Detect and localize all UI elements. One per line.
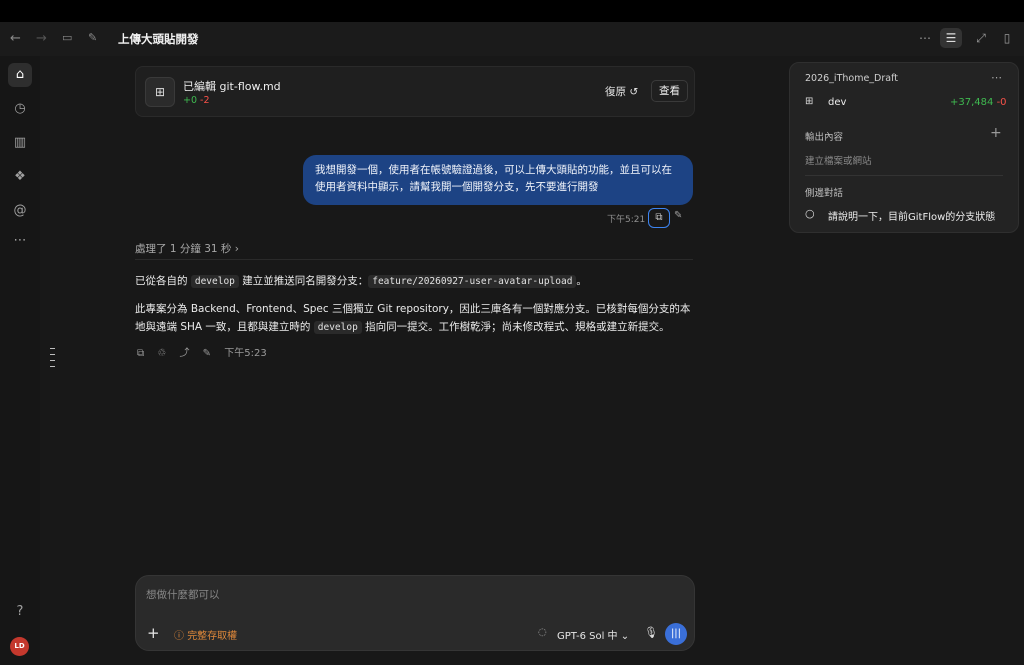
scroll-indicator[interactable]	[50, 348, 56, 372]
panel-toggle-icon[interactable]: ☰	[940, 28, 962, 48]
processing-duration[interactable]: 處理了 1 分鐘 31 秒 ›	[135, 241, 239, 256]
message-time: 下午5:21	[607, 215, 646, 225]
thumbs-icon[interactable]: ♲	[157, 348, 166, 359]
side-chat-heading: 側邊對話	[805, 188, 844, 199]
edit-icon[interactable]: ✎	[203, 348, 211, 359]
more-icon[interactable]: ⋯	[991, 71, 1002, 84]
avatar[interactable]: LD	[10, 637, 29, 656]
spinner-icon: ◌	[538, 627, 547, 638]
response-time: 下午5:23	[224, 348, 267, 359]
composer-input[interactable]: 想做什麼都可以	[146, 587, 220, 602]
inline-code: develop	[190, 275, 239, 288]
edit-verb: 已編輯	[183, 80, 216, 93]
chevron-down-icon: ⌄	[620, 631, 630, 642]
side-chat-item[interactable]: 請說明一下，目前GitFlow的分支狀態	[828, 208, 995, 223]
output-heading: 輸出內容	[805, 132, 844, 143]
restore-button[interactable]: 復原 ↺	[605, 84, 638, 99]
branch-removed: -0	[996, 97, 1007, 108]
divider	[135, 259, 693, 260]
file-diff-icon: ⊞	[145, 77, 175, 107]
permission-label: 完整存取權	[187, 631, 238, 642]
user-message: 我想開發一個，使用者在帳號驗證過後，可以上傳大頭貼的功能，並且可以在使用者資料中…	[303, 155, 693, 205]
plus-icon[interactable]: +	[990, 125, 1002, 141]
new-chat-icon[interactable]: ✎	[88, 31, 97, 44]
project-title: 2026_iThome_Draft	[805, 73, 898, 84]
inline-code: feature/20260927-user-avatar-upload	[368, 275, 577, 288]
model-selector[interactable]: GPT-6 Sol 中 ⌄	[557, 627, 629, 642]
view-button[interactable]: 查看	[651, 80, 688, 102]
text-span: 已從各自的	[135, 275, 188, 287]
more-icon[interactable]: ⋯	[914, 28, 936, 48]
chat-bubble-icon: ○	[805, 207, 815, 220]
file-diff-icon: ⊞	[805, 96, 814, 107]
file-edit-card: ⊞ 已編輯 git-flow.md +0 -2 復原 ↺ 查看	[135, 66, 695, 117]
lines-removed: -2	[200, 95, 210, 106]
home-icon[interactable]: ⌂	[8, 63, 32, 87]
undo-icon: ↺	[629, 86, 639, 98]
voice-icon[interactable]: |||	[665, 623, 687, 645]
plugins-icon[interactable]: ❖	[8, 165, 32, 189]
branch-diff: +37,484 -0	[950, 97, 1007, 108]
restore-label: 復原	[605, 86, 626, 98]
chevron-right-icon: ›	[234, 243, 239, 255]
window-title: 上傳大頭貼開發	[118, 32, 199, 46]
model-label: GPT-6 Sol 中	[557, 631, 618, 642]
lines-added: +0	[183, 95, 198, 106]
history-icon[interactable]: ◷	[8, 97, 32, 121]
text-span: 。	[576, 275, 587, 287]
top-bar: ← → ▭ ✎ 上傳大頭貼開發 ⋯ ☰ ⤢ ▯	[0, 22, 1024, 57]
mic-icon[interactable]: 🎙	[644, 626, 658, 639]
pencil-icon[interactable]: ✎	[674, 210, 682, 221]
text-span: 建立並推送同名開發分支：	[242, 275, 369, 287]
assistant-paragraph-1: 已從各自的 develop 建立並推送同名開發分支： feature/202609…	[135, 273, 587, 288]
sidebar-right-icon[interactable]: ▯	[996, 28, 1018, 48]
branch-added: +37,484	[950, 97, 994, 108]
divider	[805, 175, 1003, 176]
forward-arrow-icon[interactable]: →	[36, 31, 47, 46]
copy-icon[interactable]: ⧉	[648, 208, 670, 228]
more-icon[interactable]: ⋯	[8, 229, 32, 253]
inline-code: develop	[313, 321, 362, 334]
assistant-paragraph-2: 此專案分為 Backend、Frontend、Spec 三個獨立 Git rep…	[135, 300, 693, 337]
left-rail: ⌂ ◷ ▥ ❖ @ ⋯ ?	[0, 56, 40, 665]
processing-text: 處理了 1 分鐘 31 秒	[135, 243, 232, 255]
branch-name[interactable]: dev	[828, 97, 846, 108]
copy-icon[interactable]: ⧉	[137, 348, 144, 359]
file-edit-title: 已編輯 git-flow.md	[183, 78, 281, 94]
expand-icon[interactable]: ⤢	[970, 28, 992, 48]
permission-button[interactable]: ⓘ 完整存取權	[174, 627, 237, 642]
text-span: 指向同一提交。工作樹乾淨；尚未修改程式、規格或建立新提交。	[365, 321, 670, 333]
back-arrow-icon[interactable]: ←	[10, 31, 21, 46]
sidebar-toggle-icon[interactable]: ▭	[62, 31, 72, 44]
help-icon[interactable]: ?	[8, 600, 32, 624]
output-create-link[interactable]: 建立檔案或網站	[805, 153, 872, 167]
mention-icon[interactable]: @	[8, 199, 32, 223]
composer[interactable]: 想做什麼都可以 + ⓘ 完整存取權 ◌ GPT-6 Sol 中 ⌄ 🎙 |||	[135, 575, 695, 651]
file-name: git-flow.md	[219, 80, 281, 93]
message-actions: ⧉ ♲ ⤴ ✎ 下午5:23	[137, 344, 277, 359]
library-icon[interactable]: ▥	[8, 131, 32, 155]
diff-stats: +0 -2	[183, 95, 210, 106]
warning-icon: ⓘ	[174, 631, 184, 642]
side-panel: 2026_iThome_Draft ⋯ ⊞ dev +37,484 -0 輸出內…	[789, 62, 1019, 233]
fork-icon[interactable]: ⤴	[179, 348, 189, 359]
plus-icon[interactable]: +	[147, 624, 160, 642]
